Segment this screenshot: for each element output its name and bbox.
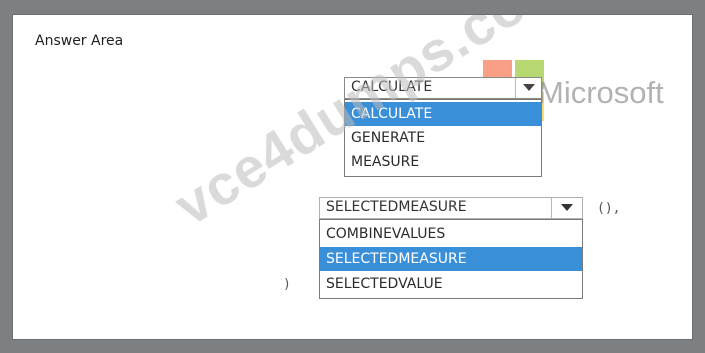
dropdown-1-option-generate[interactable]: GENERATE — [345, 126, 541, 150]
answer-area-title: Answer Area — [35, 33, 124, 49]
dropdown-1-toggle[interactable] — [515, 78, 541, 98]
dropdown-2-option-combinevalues[interactable]: COMBINEVALUES — [320, 222, 582, 246]
answer-area-panel: Answer Area Microsoft CALCULATE CALCULAT… — [12, 14, 693, 340]
closing-paren: ) — [283, 277, 291, 292]
function-dropdown-2[interactable]: SELECTEDMEASURE — [319, 197, 583, 219]
chevron-down-icon — [561, 204, 573, 211]
dropdown-2-list: COMBINEVALUES SELECTEDMEASURE SELECTEDVA… — [319, 219, 583, 299]
dropdown-2-option-selectedvalue[interactable]: SELECTEDVALUE — [320, 272, 582, 296]
dropdown-2-option-selectedmeasure[interactable]: SELECTEDMEASURE — [320, 247, 582, 271]
dropdown-2-toggle[interactable] — [551, 198, 582, 218]
dropdown-1-option-measure[interactable]: MEASURE — [345, 150, 541, 174]
microsoft-wordmark: Microsoft — [538, 75, 664, 110]
chevron-down-icon — [522, 84, 535, 91]
function-call-parens: (), — [597, 201, 621, 216]
dropdown-2-current-value: SELECTEDMEASURE — [326, 199, 467, 215]
